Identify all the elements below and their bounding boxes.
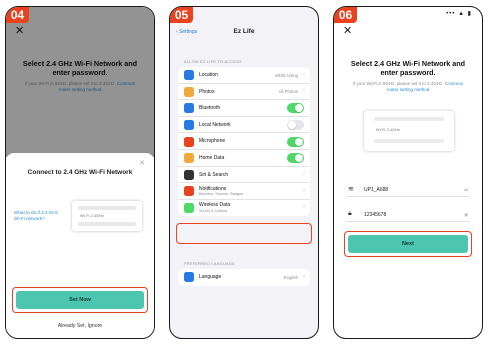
password-field[interactable]: 🔒︎ 12345678 ◉: [346, 208, 470, 222]
lock-icon: 🔒︎: [348, 210, 352, 217]
highlight-box: [176, 223, 312, 244]
modal-overlay: [6, 7, 154, 157]
chevron-right-icon: ›: [303, 204, 305, 211]
sheet-close-icon[interactable]: ✕: [139, 159, 145, 167]
language-group: Language English ›: [178, 269, 310, 286]
section-header-language: PREFERRED LANGUAGE: [184, 262, 235, 266]
toggle-switch[interactable]: [287, 136, 304, 147]
status-icons: ••• ▲ ▮: [446, 11, 472, 17]
step-badge: 04: [6, 7, 29, 23]
close-icon[interactable]: ✕: [343, 26, 352, 37]
wifi-icon: ≋: [348, 186, 354, 193]
settings-row-label: Microphone: [199, 138, 226, 145]
next-button[interactable]: Next: [348, 235, 468, 253]
ssid-value: UP1_A688: [364, 186, 389, 193]
page-title: Ez Life: [233, 28, 255, 35]
password-value: 12345678: [364, 211, 387, 218]
chevron-right-icon: ›: [303, 171, 305, 178]
toggle-switch[interactable]: [287, 103, 304, 114]
toggle-knob: [295, 137, 303, 146]
settings-row-label: Home Data: [199, 154, 225, 161]
language-label: Language: [199, 274, 222, 280]
chevron-right-icon: ›: [303, 273, 305, 280]
language-row[interactable]: Language English ›: [178, 269, 310, 286]
sheet-title: Connect to 2.4 GHz Wi-Fi Network: [27, 169, 133, 176]
toggle-knob: [295, 154, 303, 163]
settings-row[interactable]: Location While Using ›: [178, 67, 310, 84]
settings-row-icon: [184, 203, 194, 214]
settings-row-label: Location: [199, 72, 218, 78]
bottom-sheet: ✕ Connect to 2.4 GHz Wi-Fi Network What …: [6, 153, 154, 338]
wifi-illustration: Wi-Fi 2.4GHz: [364, 111, 454, 151]
step-badge: 05: [170, 7, 193, 23]
illustration-text: Wi-Fi 2.4GHz: [376, 127, 400, 132]
settings-row-icon: [184, 120, 194, 131]
settings-row[interactable]: Notifications Banners, Sounds, Badges ›: [178, 183, 310, 200]
settings-row-icon: [184, 103, 194, 114]
settings-row-icon: [184, 169, 194, 180]
language-value: English: [283, 274, 298, 280]
set-now-button[interactable]: Set Now: [16, 291, 144, 309]
settings-row-label: Siri & Search: [199, 171, 229, 178]
settings-row[interactable]: Microphone: [178, 133, 310, 150]
toggle-knob: [295, 104, 303, 113]
settings-row-icon: [184, 70, 194, 81]
ignore-link[interactable]: Already Set, Ignore: [6, 323, 154, 329]
toggle-knob: [288, 121, 296, 130]
settings-row-label: Photos: [199, 88, 215, 95]
settings-row-icon: [184, 153, 194, 164]
language-icon: [184, 272, 194, 283]
chevron-right-icon: ›: [303, 187, 305, 194]
settings-row-value: While Using: [275, 72, 298, 78]
help-link[interactable]: What to do if 2.4 GHz Wi-Fi network?: [14, 210, 64, 222]
page-title: Select 2.4 GHz Wi-Fi Network and enter p…: [350, 59, 466, 77]
page-subtitle: If your Wi-Fi is 5GHz, please set it to …: [348, 81, 468, 93]
phone-screen-06: 06 ••• ▲ ▮ ✕ Select 2.4 GHz Wi-Fi Networ…: [333, 6, 483, 339]
subtitle-text: If your Wi-Fi is 5GHz, please set it to …: [352, 81, 444, 86]
settings-row[interactable]: Siri & Search ›: [178, 167, 310, 184]
section-header-access: ALLOW EZ LIFE TO ACCESS: [184, 60, 242, 64]
toggle-switch[interactable]: [287, 153, 304, 164]
settings-row-icon: [184, 86, 194, 97]
settings-row-icon: [184, 136, 194, 147]
wifi-ssid-field[interactable]: ≋ UP1_A688 ⇄: [346, 183, 470, 197]
settings-row[interactable]: Wireless Data WLAN & Cellular ›: [178, 200, 310, 217]
settings-row[interactable]: Photos All Photos ›: [178, 84, 310, 101]
permission-list: Location While Using › Photos All Photos › Blu…: [178, 67, 310, 217]
wifi-illustration: Wi-Fi 2.4GHz: [72, 201, 142, 231]
show-password-icon[interactable]: ◉: [464, 212, 468, 218]
illustration-text: Wi-Fi 2.4GHz: [80, 213, 104, 218]
settings-row-sublabel: WLAN & Cellular: [199, 208, 228, 213]
settings-row-label: Notifications: [199, 185, 227, 192]
switch-network-icon[interactable]: ⇄: [464, 187, 468, 193]
settings-row[interactable]: Bluetooth: [178, 100, 310, 117]
settings-row-sublabel: Banners, Sounds, Badges: [199, 192, 244, 197]
settings-row[interactable]: Local Network: [178, 117, 310, 134]
phone-screen-05: 05 ‹ Settings Ez Life ALLOW EZ LIFE TO A…: [169, 6, 319, 339]
chevron-right-icon: ›: [303, 71, 305, 78]
phone-screen-04: 04 ✕ Select 2.4 GHz Wi-Fi Network and en…: [5, 6, 155, 339]
settings-row[interactable]: Home Data: [178, 150, 310, 167]
settings-row-icon: [184, 186, 194, 197]
settings-row-label: Local Network: [199, 121, 231, 128]
settings-row-label: Bluetooth: [199, 105, 221, 112]
settings-row-value: All Photos: [278, 89, 298, 95]
step-badge: 06: [334, 7, 357, 23]
toggle-switch[interactable]: [287, 120, 304, 131]
settings-row-label: Wireless Data: [199, 202, 231, 209]
chevron-right-icon: ›: [303, 88, 305, 95]
